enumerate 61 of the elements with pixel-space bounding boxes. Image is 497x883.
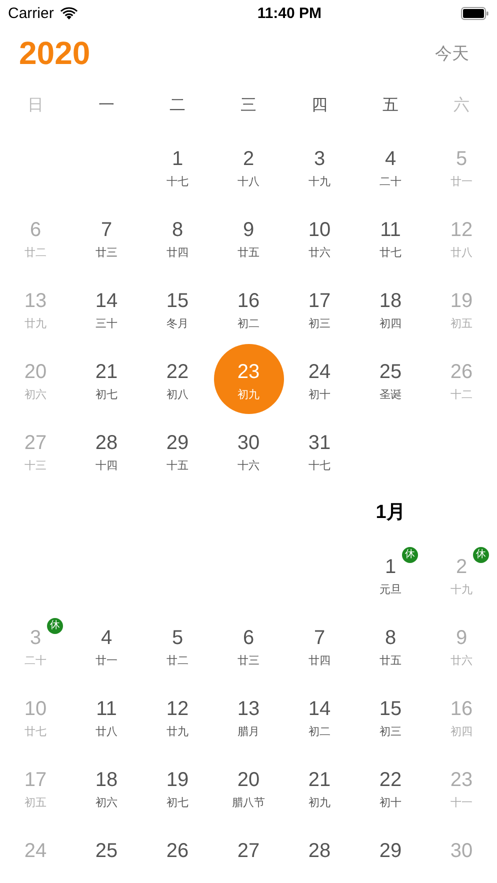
calendar-day[interactable]: 1 十七 xyxy=(142,130,212,200)
calendar-day[interactable]: 29 xyxy=(356,822,426,866)
weekday-label: 二 xyxy=(168,96,186,116)
calendar-day[interactable]: 2 十八 xyxy=(214,130,284,200)
calendar-day[interactable]: 3 休 二十 xyxy=(0,610,70,680)
calendar-day[interactable]: 28 十四 xyxy=(72,414,142,484)
carrier-label: Carrier xyxy=(8,4,54,22)
calendar-day[interactable]: 5 廿二 xyxy=(142,610,212,680)
calendar-day[interactable]: 31 十七 xyxy=(284,414,354,484)
weekday-label: 五 xyxy=(382,96,400,116)
calendar-day[interactable]: 30 十六 xyxy=(214,414,284,484)
calendar-day[interactable]: 4 二十 xyxy=(356,130,426,200)
calendar-day[interactable]: 25 xyxy=(72,822,142,866)
month-title: 1月 xyxy=(376,500,406,524)
holiday-badge: 休 xyxy=(473,546,490,562)
calendar-day[interactable]: 2 休 十九 xyxy=(426,538,496,608)
calendar-day[interactable]: 12 廿九 xyxy=(142,680,212,750)
calendar-day[interactable]: 9 廿五 xyxy=(214,202,284,272)
calendar-day[interactable]: 18 初四 xyxy=(356,272,426,342)
calendar-day[interactable]: 25 圣诞 xyxy=(356,344,426,414)
weekday-label: 三 xyxy=(240,96,258,116)
calendar-day[interactable]: 8 廿五 xyxy=(356,610,426,680)
calendar-day[interactable]: 11 廿八 xyxy=(72,680,142,750)
calendar-day[interactable]: 7 廿四 xyxy=(284,610,354,680)
holiday-badge: 休 xyxy=(402,546,418,562)
wifi-icon xyxy=(60,6,78,20)
calendar-day[interactable]: 22 初十 xyxy=(356,752,426,822)
calendar-day[interactable]: 8 廿四 xyxy=(142,202,212,272)
calendar-day[interactable]: 16 初二 xyxy=(214,272,284,342)
calendar-day[interactable]: 14 初二 xyxy=(284,680,354,750)
calendar-day[interactable]: 13 腊月 xyxy=(214,680,284,750)
weekday-label: 日 xyxy=(26,96,44,116)
calendar-day[interactable]: 4 廿一 xyxy=(72,610,142,680)
calendar-day[interactable]: 29 十五 xyxy=(142,414,212,484)
battery-icon xyxy=(461,6,489,20)
calendar-day[interactable]: 17 初三 xyxy=(284,272,354,342)
weekday-label: 四 xyxy=(310,96,328,116)
weekday-label: 六 xyxy=(452,96,470,116)
calendar-day[interactable]: 21 初七 xyxy=(72,344,142,414)
calendar-day[interactable]: 22 初八 xyxy=(142,344,212,414)
calendar-day[interactable]: 28 xyxy=(284,822,354,866)
calendar-day[interactable]: 15 初三 xyxy=(356,680,426,750)
calendar-day[interactable]: 14 三十 xyxy=(72,272,142,342)
clock-time: 11:40 PM xyxy=(257,4,322,22)
calendar-day[interactable]: 10 廿六 xyxy=(284,202,354,272)
year-title: 2020 xyxy=(19,34,90,72)
calendar-day[interactable]: 6 廿三 xyxy=(214,610,284,680)
calendar-day[interactable]: 3 十九 xyxy=(284,130,354,200)
calendar-day[interactable]: 1 休 元旦 xyxy=(356,538,426,608)
calendar-day[interactable]: 27 xyxy=(214,822,284,866)
calendar-day[interactable]: 21 初九 xyxy=(284,752,354,822)
calendar-day[interactable]: 20 腊八节 xyxy=(214,752,284,822)
weekday-label: 一 xyxy=(98,96,116,116)
calendar-day[interactable]: 24 初十 xyxy=(284,344,354,414)
calendar-day[interactable]: 15 冬月 xyxy=(142,272,212,342)
calendar-day[interactable]: 18 初六 xyxy=(72,752,142,822)
calendar-day[interactable]: 7 廿三 xyxy=(72,202,142,272)
calendar-day[interactable]: 26 xyxy=(142,822,212,866)
holiday-badge: 休 xyxy=(47,618,64,634)
calendar-day[interactable]: 19 初七 xyxy=(142,752,212,822)
calendar-day[interactable]: 11 廿七 xyxy=(356,202,426,272)
